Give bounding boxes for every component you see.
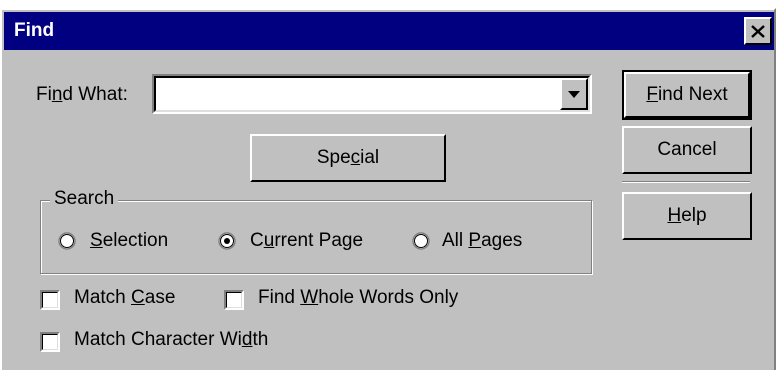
find-dialog: Find Find What: Spe c ial Find Next Cancel… (0, 8, 776, 370)
close-button[interactable] (744, 17, 772, 45)
find-what-dropdown-button[interactable] (560, 78, 588, 110)
window-title: Find (14, 20, 55, 41)
find-what-input[interactable] (158, 82, 552, 106)
whole-words-label[interactable]: Find Whole Words Only (258, 287, 458, 309)
special-button[interactable]: Spe c ial (250, 134, 446, 182)
dropdown-arrow-icon (568, 90, 580, 98)
match-case-checkbox[interactable] (40, 290, 60, 310)
find-next-button[interactable]: Find Next (622, 70, 752, 120)
close-icon (751, 24, 765, 38)
help-button[interactable]: Help (622, 192, 752, 240)
radio-all-pages[interactable] (412, 232, 430, 250)
char-width-label[interactable]: Match Character Width (74, 329, 268, 351)
match-case-label[interactable]: Match Case (74, 287, 175, 309)
char-width-checkbox[interactable] (40, 332, 60, 352)
find-what-combobox[interactable] (152, 74, 592, 114)
radio-selection[interactable] (58, 232, 76, 250)
radio-all-pages-label[interactable]: All Pages (442, 230, 522, 252)
title-bar[interactable]: Find (4, 12, 774, 50)
whole-words-checkbox[interactable] (224, 290, 244, 310)
radio-current-page-label[interactable]: Current Page (250, 230, 363, 252)
find-what-label: Find What: (36, 84, 128, 105)
radio-selection-label[interactable]: Selection (90, 230, 168, 252)
cancel-button[interactable]: Cancel (622, 126, 752, 174)
search-group-label: Search (50, 188, 119, 210)
radio-current-page[interactable] (218, 232, 236, 250)
